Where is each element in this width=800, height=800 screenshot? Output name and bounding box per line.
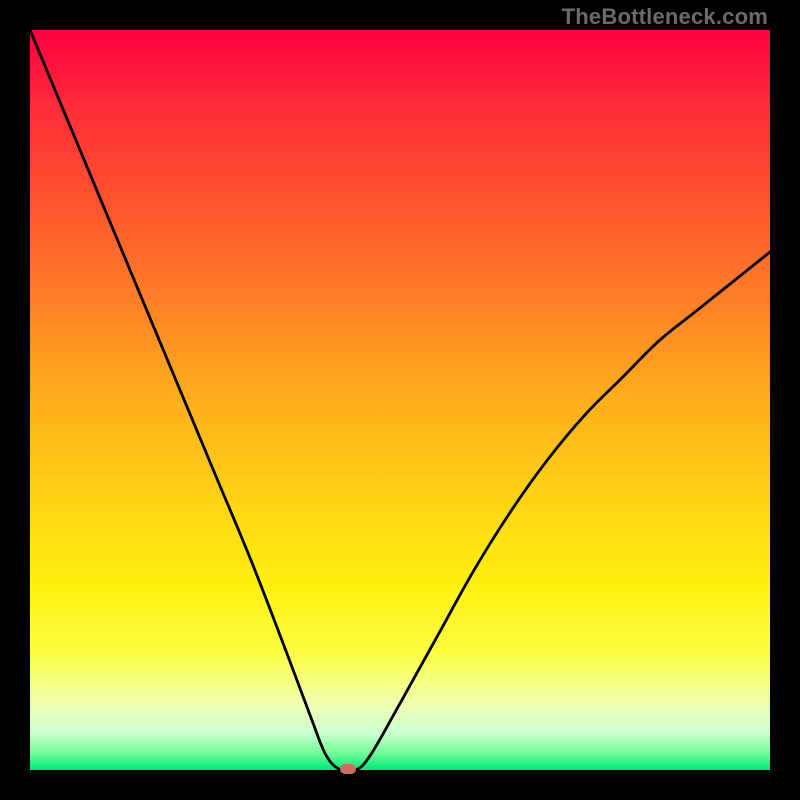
plot-area — [30, 30, 770, 770]
chart-frame: TheBottleneck.com — [0, 0, 800, 800]
optimum-marker — [340, 764, 356, 774]
bottleneck-curve — [30, 30, 770, 770]
watermark-text: TheBottleneck.com — [562, 4, 768, 30]
